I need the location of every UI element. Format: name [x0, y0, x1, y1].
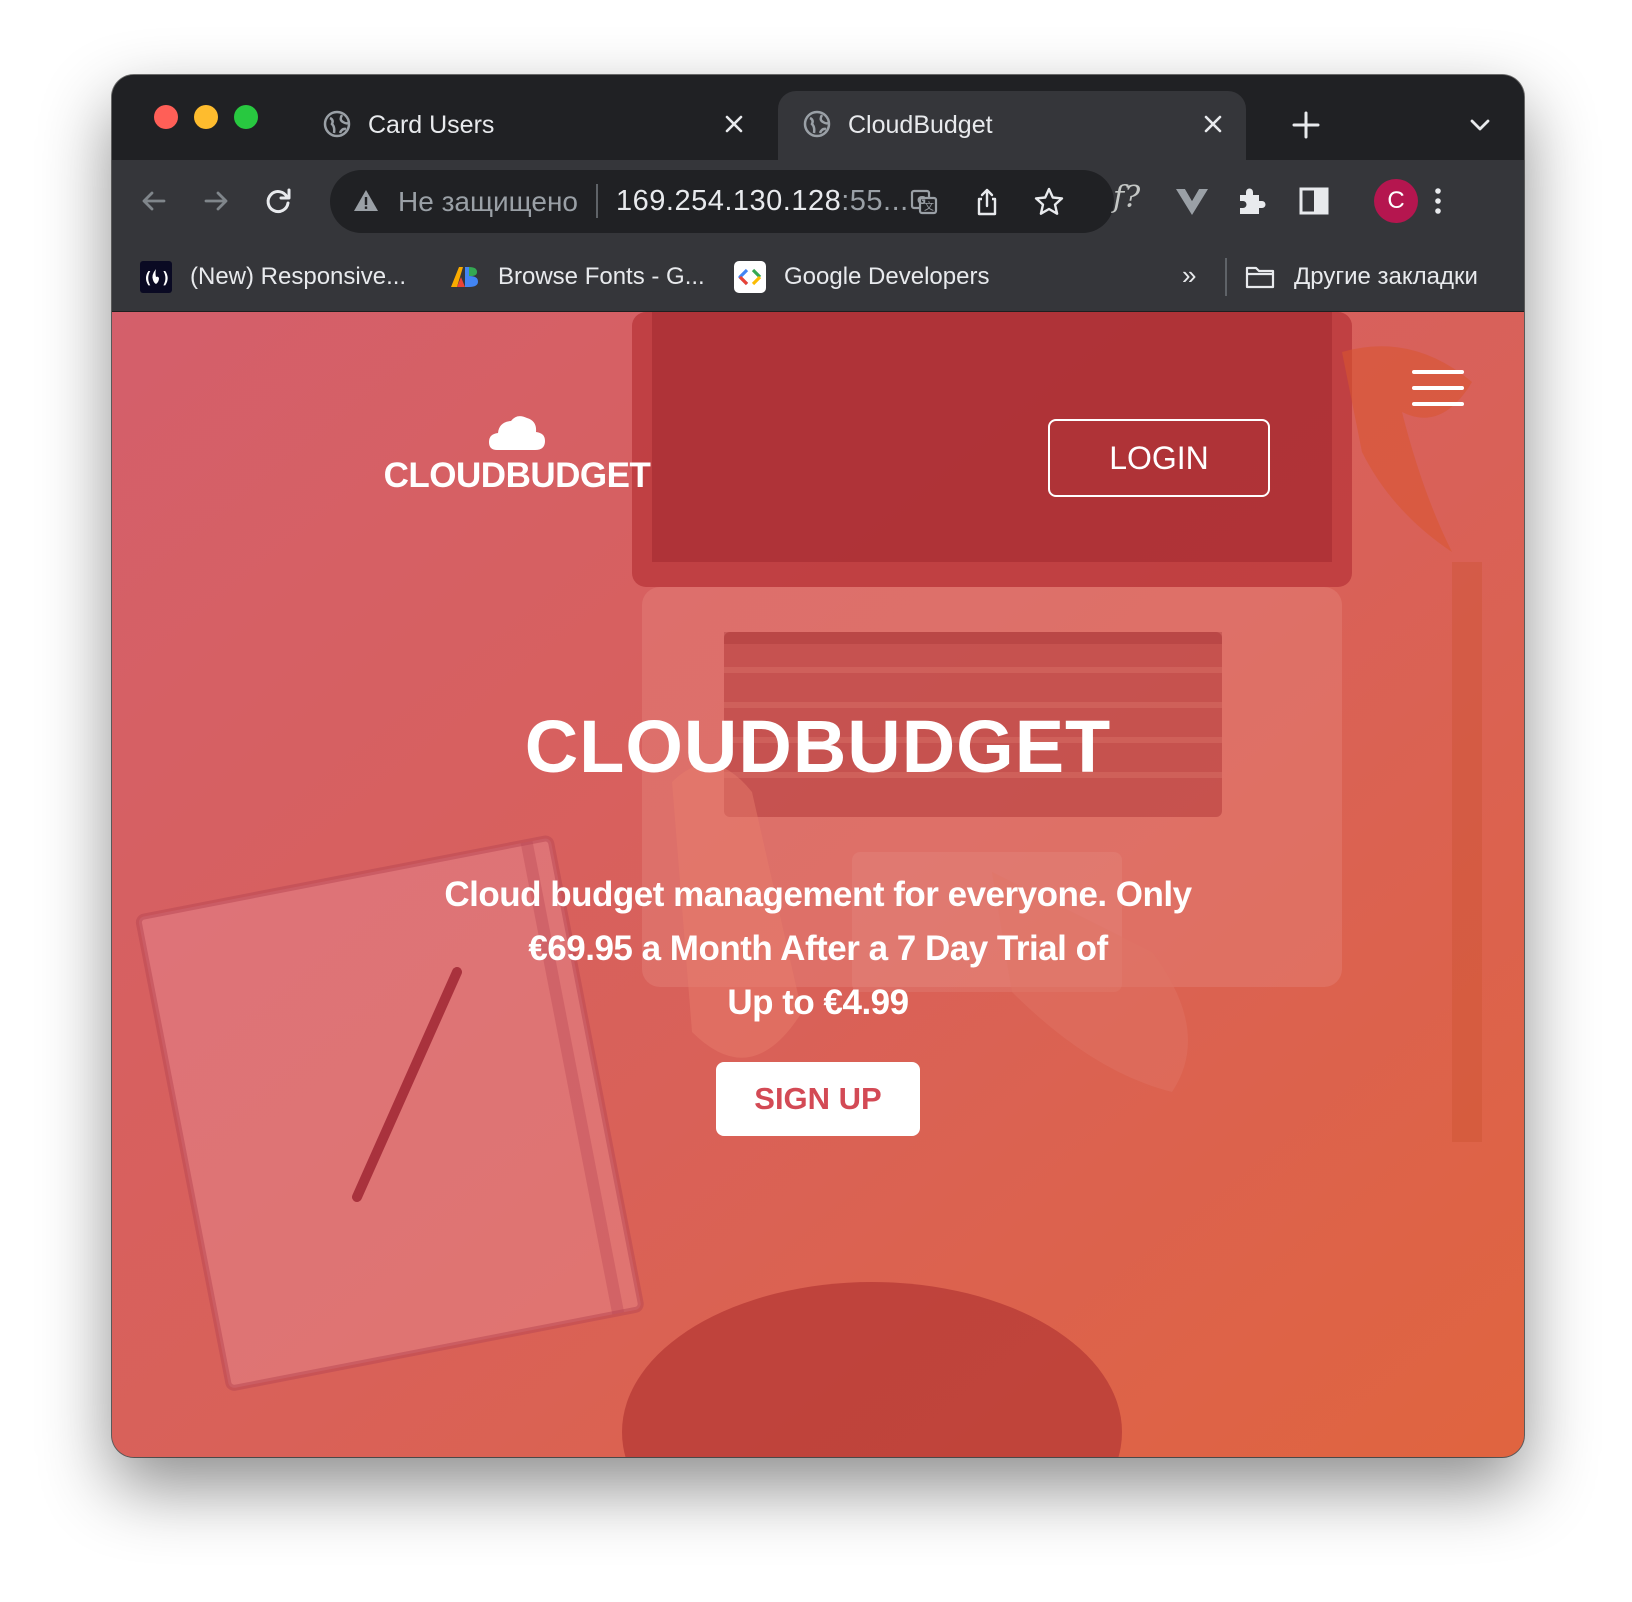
address-separator: [596, 184, 598, 218]
google-fonts-icon: [451, 267, 478, 287]
security-label[interactable]: Не защищено: [398, 186, 578, 218]
other-bookmarks-folder[interactable]: Другие закладки: [1244, 242, 1478, 312]
chevron-down-icon[interactable]: [1466, 111, 1494, 139]
signup-button[interactable]: SIGN UP: [716, 1062, 920, 1136]
bookmark-browse-fonts[interactable]: Browse Fonts - G...: [448, 242, 705, 312]
login-button[interactable]: LOGIN: [1048, 419, 1270, 497]
bookmark-label: Google Developers: [784, 263, 990, 290]
web-page: CLOUDBUDGET LOGIN CLOUDBUDGET Cloud budg…: [112, 312, 1524, 1457]
new-tab-icon[interactable]: [1289, 108, 1323, 142]
share-icon[interactable]: [971, 186, 1003, 218]
logo-text: CLOUDBUDGET: [383, 456, 651, 495]
site-logo[interactable]: CLOUDBUDGET: [372, 412, 662, 496]
translate-icon[interactable]: G 文: [908, 186, 940, 218]
hero-section: CLOUDBUDGET LOGIN CLOUDBUDGET Cloud budg…: [112, 312, 1524, 1457]
forward-arrow-icon[interactable]: [198, 183, 234, 219]
hero-subtitle-line: Cloud budget management for everyone. On…: [444, 875, 1192, 914]
bookmark-google-developers[interactable]: Google Developers: [734, 242, 989, 312]
bookmarks-overflow-button[interactable]: »: [1182, 260, 1196, 291]
svg-text:文: 文: [924, 200, 934, 213]
extensions-puzzle-icon[interactable]: [1234, 183, 1270, 219]
tab-cloudbudget[interactable]: CloudBudget: [778, 91, 1246, 160]
bookmark-label: Browse Fonts - G...: [498, 263, 705, 290]
svg-text:(: (: [143, 268, 153, 287]
hero-subtitle: Cloud budget management for everyone. On…: [418, 868, 1218, 1030]
menu-kebab-icon[interactable]: [1420, 183, 1456, 219]
url-host: 169.254.130.128: [616, 185, 842, 217]
bookmarks-divider: [1225, 258, 1227, 296]
reload-icon[interactable]: [260, 183, 296, 219]
url-port: :55...: [841, 185, 909, 217]
bookmark-label: Другие закладки: [1294, 263, 1478, 290]
globe-icon: [803, 110, 831, 138]
profile-avatar[interactable]: C: [1374, 179, 1418, 223]
tab-title: CloudBudget: [848, 111, 993, 139]
tab-card-users[interactable]: Card Users: [322, 91, 762, 160]
bookmarks-bar: ( ) (New) Responsive... Browse Fonts - G…: [112, 242, 1524, 312]
back-arrow-icon[interactable]: [136, 183, 172, 219]
url-text[interactable]: 169.254.130.128:55...: [616, 185, 909, 218]
browser-window: Card Users CloudBudget Не защищено 169.2…: [112, 75, 1524, 1457]
side-panel-icon[interactable]: [1296, 183, 1332, 219]
google-developers-icon: [734, 261, 766, 293]
browser-toolbar: Не защищено 169.254.130.128:55... G 文 f?: [112, 160, 1524, 242]
hero-subtitle-line: Up to €4.99: [727, 983, 909, 1022]
tab-title: Card Users: [368, 111, 495, 139]
close-tab-icon[interactable]: [1198, 109, 1228, 139]
cloud-icon: [489, 416, 545, 450]
bookmark-star-icon[interactable]: [1033, 186, 1065, 218]
maximize-window-button[interactable]: [234, 105, 258, 129]
freecodecamp-icon: ( ): [140, 261, 172, 293]
folder-icon: [1245, 266, 1275, 289]
svg-text:): ): [161, 268, 171, 287]
hamburger-menu-icon[interactable]: [1412, 370, 1464, 408]
tab-strip: Card Users CloudBudget: [112, 75, 1524, 160]
close-tab-icon[interactable]: [719, 109, 749, 139]
warning-icon[interactable]: [352, 187, 380, 215]
font-identifier-extension-icon[interactable]: f?: [1113, 180, 1140, 215]
address-bar[interactable]: Не защищено 169.254.130.128:55... G 文: [330, 170, 1114, 233]
vue-devtools-icon[interactable]: [1174, 183, 1210, 219]
bookmark-label: (New) Responsive...: [190, 263, 407, 290]
hero-subtitle-line: €69.95 a Month After a 7 Day Trial of: [528, 929, 1108, 968]
globe-icon: [323, 110, 351, 138]
close-window-button[interactable]: [154, 105, 178, 129]
minimize-window-button[interactable]: [194, 105, 218, 129]
bookmark-responsive[interactable]: ( ) (New) Responsive...: [140, 242, 406, 312]
hero-title: CLOUDBUDGET: [524, 705, 1112, 788]
